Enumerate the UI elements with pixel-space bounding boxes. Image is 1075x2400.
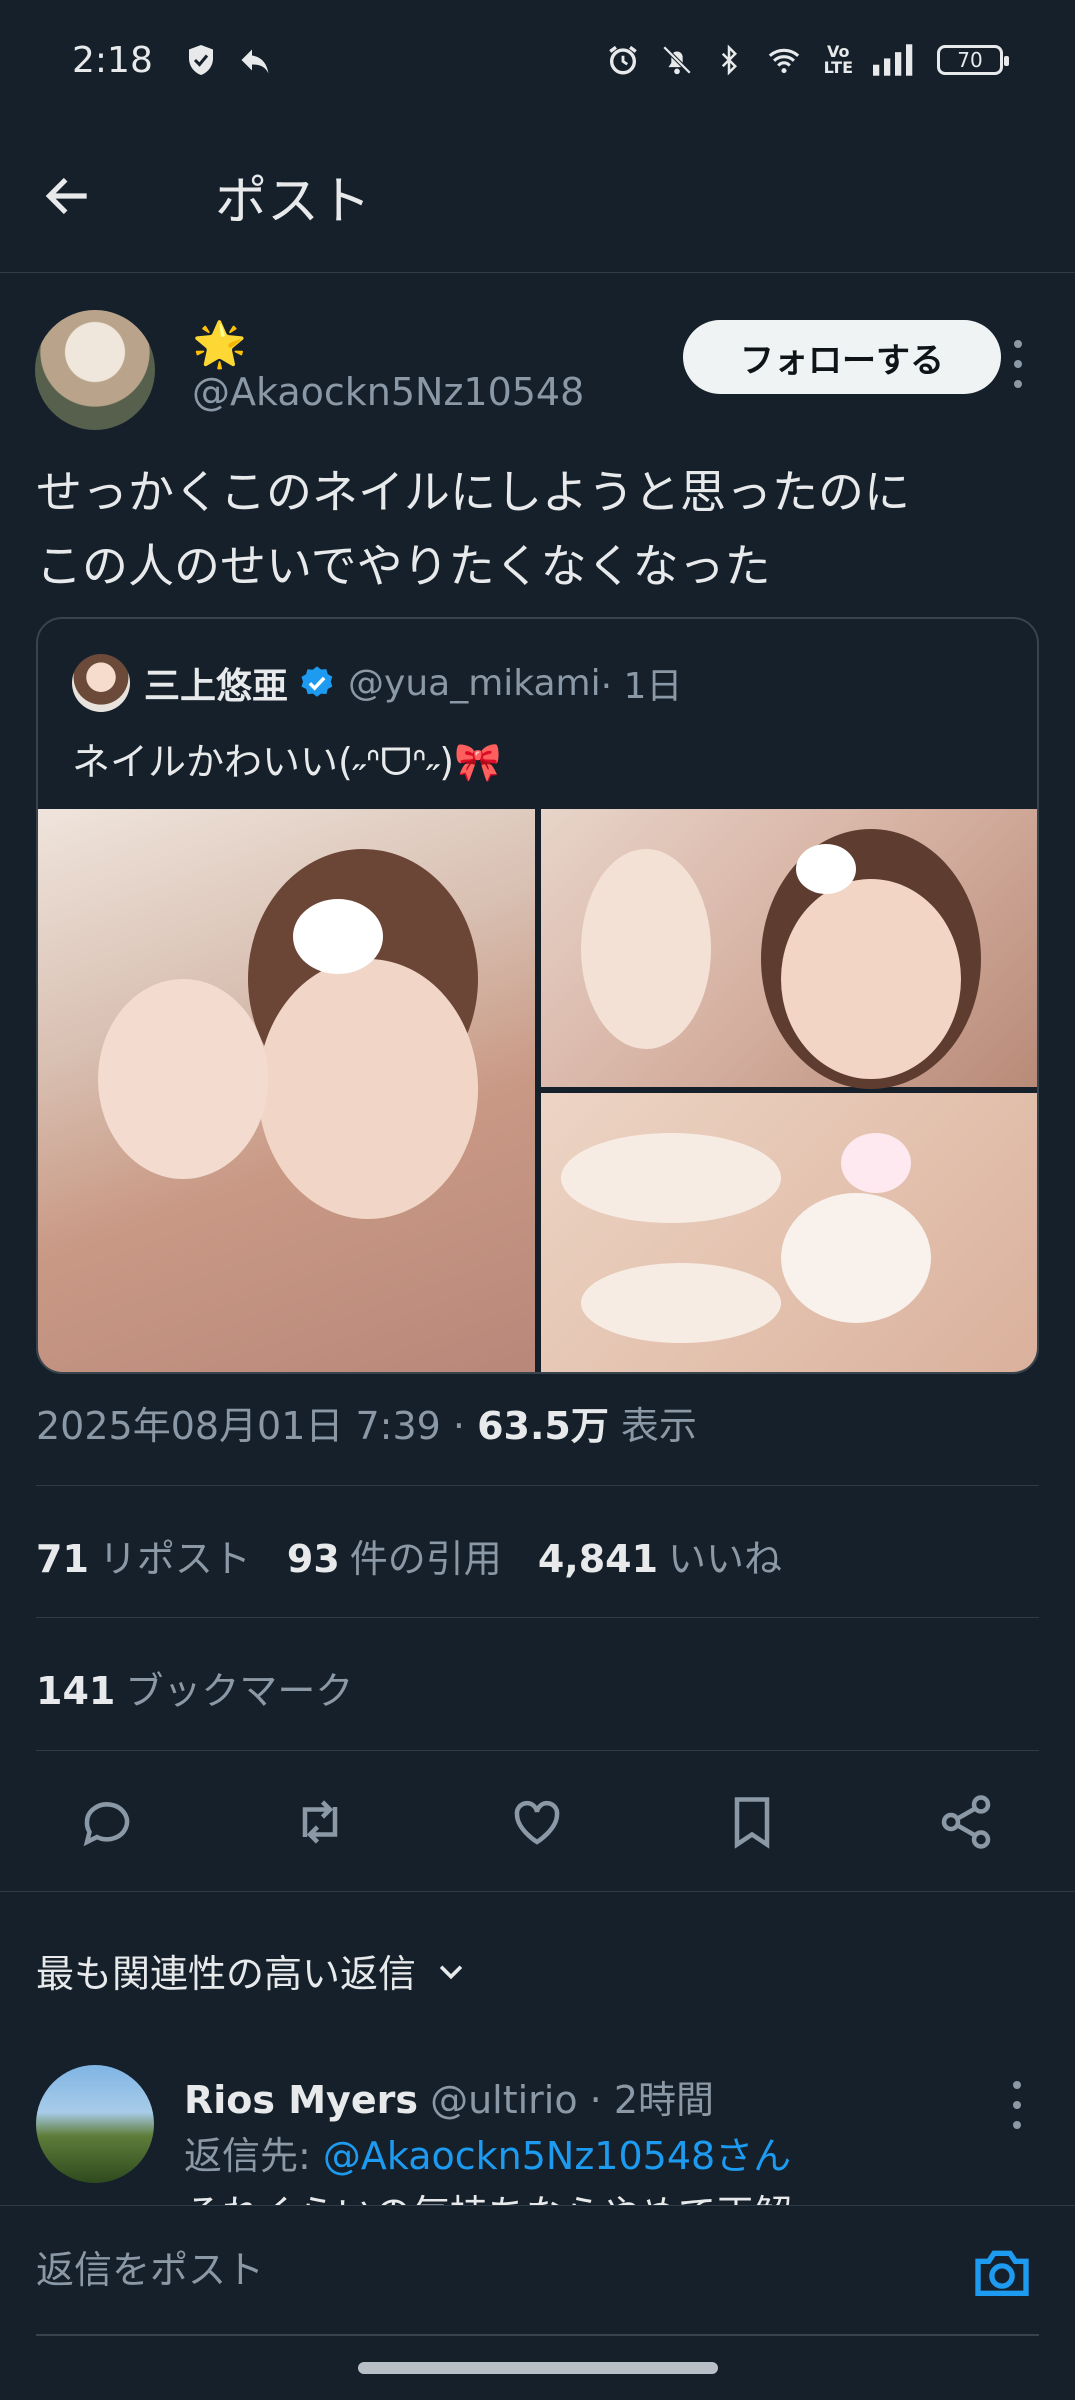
reposts-stat[interactable]: 71 リポスト bbox=[36, 1528, 251, 1583]
replies-sort-label: 最も関連性の高い返信 bbox=[36, 1952, 417, 1996]
divider bbox=[36, 1485, 1039, 1486]
share-icon[interactable] bbox=[936, 1792, 996, 1852]
top-bar: ポスト bbox=[0, 120, 1075, 273]
quote-header: 三上悠亜 @yua_mikami · 1日 bbox=[72, 653, 682, 713]
reply-author-name[interactable]: Rios Myers bbox=[184, 2078, 418, 2122]
page-title: ポスト bbox=[215, 171, 372, 232]
quotes-stat[interactable]: 93 件の引用 bbox=[287, 1528, 502, 1583]
status-time: 2:18 bbox=[72, 39, 153, 81]
post-text: せっかくこのネイルにしようと思ったのに この人のせいでやりたくなくなった bbox=[36, 455, 1036, 603]
alarm-icon bbox=[608, 45, 637, 75]
reply-avatar[interactable] bbox=[36, 2065, 154, 2183]
battery-icon: 70 bbox=[937, 45, 1009, 75]
status-left-icons bbox=[183, 42, 273, 78]
likes-stat[interactable]: 4,841 いいね bbox=[538, 1528, 782, 1583]
replies-sort-dropdown[interactable]: 最も関連性の高い返信 bbox=[36, 1943, 468, 1998]
follow-button[interactable]: フォローする bbox=[683, 320, 1001, 394]
like-icon[interactable] bbox=[507, 1792, 567, 1852]
chevron-down-icon bbox=[439, 1964, 463, 1979]
bookmarks-stat[interactable]: 141 ブックマーク bbox=[36, 1660, 353, 1715]
quoted-post[interactable]: 三上悠亜 @yua_mikami · 1日 ネイルかわいい(˶ᐢᗜᐢ˶)🎀 bbox=[36, 617, 1039, 1374]
shield-check-icon bbox=[188, 45, 213, 75]
reply-to: 返信先: @Akaockn5Nz10548さん bbox=[184, 2134, 792, 2178]
post-header: 🌟 @Akaockn5Nz10548 フォローする bbox=[35, 310, 1040, 430]
author-display-name[interactable]: 🌟 bbox=[192, 318, 247, 370]
author-avatar[interactable] bbox=[35, 310, 155, 430]
camera-icon[interactable] bbox=[970, 2240, 1034, 2304]
home-indicator[interactable] bbox=[358, 2362, 718, 2374]
more-options-icon[interactable] bbox=[1003, 334, 1033, 394]
divider bbox=[36, 1750, 1039, 1751]
signal-icon bbox=[873, 44, 913, 76]
quote-image-3[interactable] bbox=[541, 1093, 1037, 1372]
back-button[interactable] bbox=[40, 146, 140, 246]
post-stats: 71 リポスト 93 件の引用 4,841 いいね bbox=[36, 1528, 782, 1583]
author-handle[interactable]: @Akaockn5Nz10548 bbox=[192, 370, 584, 414]
quote-author-handle: @yua_mikami bbox=[348, 662, 601, 704]
reply-icon[interactable] bbox=[77, 1792, 137, 1852]
reply-item[interactable]: Rios Myers @ultirio · 2時間 返信先: @Akaockn5… bbox=[36, 2065, 1039, 2205]
reply-arrow-icon bbox=[241, 49, 269, 74]
quote-time: · 1日 bbox=[600, 666, 683, 707]
bell-off-icon bbox=[662, 45, 691, 75]
reply-composer bbox=[0, 2205, 1075, 2336]
quote-text: ネイルかわいい(˶ᐢᗜᐢ˶)🎀 bbox=[72, 740, 502, 784]
bluetooth-icon bbox=[721, 44, 737, 76]
verified-badge-icon bbox=[301, 666, 333, 697]
quote-image-1[interactable] bbox=[38, 809, 535, 1372]
post-meta: 2025年08月01日 7:39 · 63.5万 表示 bbox=[36, 1395, 697, 1450]
divider bbox=[36, 1617, 1039, 1618]
reply-header: Rios Myers @ultirio · 2時間 bbox=[184, 2069, 714, 2124]
arrow-left-icon bbox=[45, 177, 87, 215]
status-right-icons: Vo LTE 70 bbox=[606, 42, 1009, 77]
repost-icon[interactable] bbox=[290, 1792, 350, 1852]
reply-text: それくらいの気持ちならやめて正解 bbox=[184, 2183, 792, 2205]
reply-time: · 2時間 bbox=[577, 2078, 715, 2122]
quote-image-2[interactable] bbox=[541, 809, 1037, 1089]
post-timestamp: 2025年08月01日 7:39 · bbox=[36, 1404, 478, 1448]
status-bar: 2:18 Vo LTE 70 bbox=[0, 0, 1075, 120]
views-count: 63.5万 bbox=[477, 1404, 609, 1448]
reply-more-options-icon[interactable] bbox=[1002, 2075, 1032, 2135]
quote-author-name: 三上悠亜 bbox=[144, 666, 289, 707]
post-text-line-2: この人のせいでやりたくなくなった bbox=[36, 539, 771, 593]
wifi-icon bbox=[768, 48, 799, 74]
post-text-line-1: せっかくこのネイルにしようと思ったのに bbox=[36, 465, 910, 519]
views-label: 表示 bbox=[608, 1404, 697, 1448]
action-bar bbox=[0, 1752, 1075, 1892]
reply-to-mention[interactable]: @Akaockn5Nz10548さん bbox=[323, 2134, 791, 2178]
volte-icon: Vo LTE bbox=[823, 42, 853, 77]
bookmark-icon[interactable] bbox=[722, 1792, 782, 1852]
reply-input[interactable] bbox=[36, 2206, 1039, 2336]
reply-author-handle[interactable]: @ultirio bbox=[430, 2078, 578, 2122]
quote-avatar bbox=[72, 654, 130, 712]
